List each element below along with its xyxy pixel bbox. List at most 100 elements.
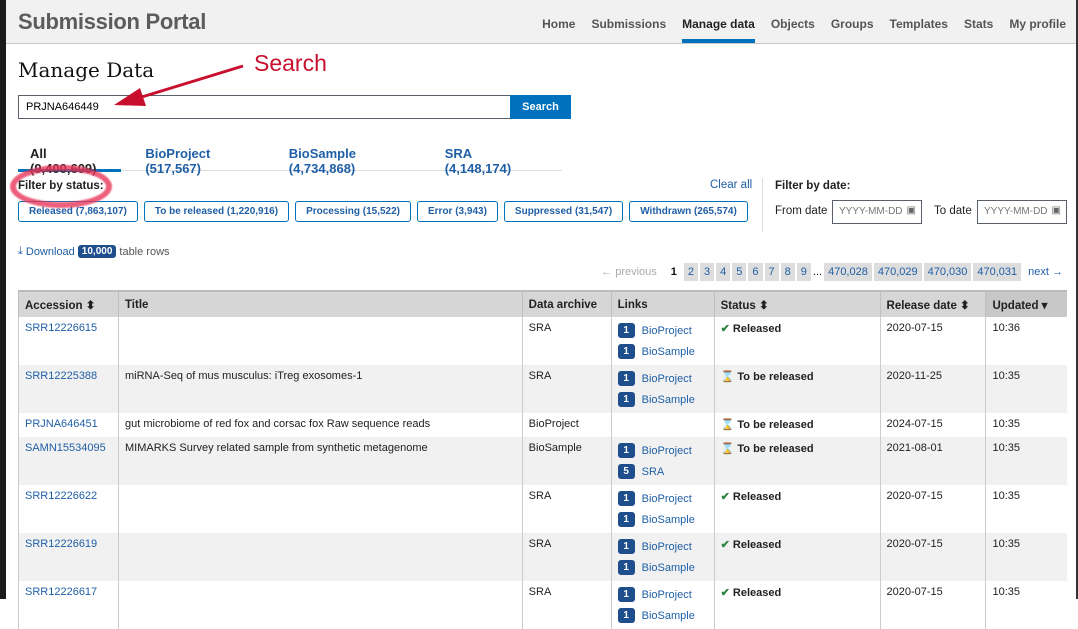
archive-cell: SRA: [521, 365, 612, 413]
nav-objects[interactable]: Objects: [771, 17, 815, 43]
link-bioproject[interactable]: BioProject: [642, 541, 692, 553]
link-count-badge: 5: [617, 464, 635, 479]
next-page[interactable]: next →: [1028, 266, 1063, 278]
from-date-placeholder: YYYY-MM-DD: [839, 206, 903, 217]
page-link[interactable]: 3: [700, 263, 715, 281]
page-link[interactable]: 7: [764, 263, 779, 281]
page-link[interactable]: 470,028: [824, 263, 872, 281]
accession-link[interactable]: PRJNA646451: [25, 418, 98, 430]
page-link[interactable]: 4: [716, 263, 731, 281]
nav-submissions[interactable]: Submissions: [591, 17, 666, 43]
status-cell: ✔ Released: [713, 317, 881, 365]
link-biosample[interactable]: BioSample: [642, 346, 695, 358]
archive-cell: BioProject: [521, 413, 612, 437]
link-bioproject[interactable]: BioProject: [642, 325, 692, 337]
clear-all-link[interactable]: Clear all: [710, 179, 752, 191]
from-date-input[interactable]: YYYY-MM-DD ▣: [832, 200, 922, 224]
table-row: SRR12226622 SRA 1 BioProject 1 BioSample ✔ Rel…: [18, 485, 1067, 533]
column-header-status[interactable]: Status ⬍: [713, 290, 881, 317]
main-nav: Home Submissions Manage data Objects Gro…: [526, 17, 1066, 43]
link-item[interactable]: 1 BioSample: [617, 389, 708, 410]
link-biosample[interactable]: BioSample: [642, 610, 695, 622]
download-rows[interactable]: ⤓ Download 10,000 table rows: [18, 245, 170, 258]
link-item[interactable]: 1 BioProject: [617, 584, 708, 605]
link-bioproject[interactable]: BioProject: [642, 373, 692, 385]
check-icon: ✔: [720, 587, 733, 599]
annotation-circle: [10, 165, 112, 208]
page-current: 1: [670, 266, 677, 278]
link-item[interactable]: 1 BioSample: [617, 557, 708, 578]
accession-link[interactable]: SRR12225388: [25, 370, 97, 382]
tab-biosample[interactable]: BioSample (4,734,868): [289, 146, 421, 176]
status-cell: ✔ Released: [713, 485, 881, 533]
download-label[interactable]: Download: [26, 246, 75, 258]
search-button[interactable]: Search: [510, 95, 571, 119]
table-row: SRR12226617 SRA 1 BioProject 1 BioSample ✔ Rel…: [18, 581, 1067, 629]
link-item[interactable]: 1 BioProject: [617, 536, 708, 557]
filter-to-be-released[interactable]: To be released (1,220,916): [143, 201, 290, 222]
nav-my-profile[interactable]: My profile: [1009, 17, 1066, 43]
nav-home[interactable]: Home: [542, 17, 575, 43]
links-cell: 1 BioProject 1 BioSample: [610, 485, 715, 533]
accession-link[interactable]: SAMN15534095: [25, 442, 106, 454]
page-link[interactable]: 470,031: [973, 263, 1022, 281]
page-link[interactable]: 9: [796, 263, 811, 281]
calendar-icon[interactable]: ▣: [1052, 205, 1061, 216]
status-text: Released: [732, 491, 782, 503]
hourglass-icon: ⌛: [720, 371, 738, 383]
link-item[interactable]: 5 SRA: [617, 461, 708, 482]
to-date-input[interactable]: YYYY-MM-DD ▣: [977, 200, 1067, 224]
link-item[interactable]: 1 BioProject: [617, 440, 708, 461]
accession-link[interactable]: SRR12226615: [25, 322, 97, 334]
link-biosample[interactable]: BioSample: [642, 562, 695, 574]
tab-sra[interactable]: SRA (4,148,174): [445, 146, 538, 176]
table-row: SRR12225388 miRNA-Seq of mus musculus: iT…: [18, 365, 1067, 413]
search-input[interactable]: [18, 95, 511, 119]
filter-error[interactable]: Error (3,943): [417, 201, 498, 222]
title-cell: [117, 485, 523, 533]
tab-bioproject[interactable]: BioProject (517,567): [145, 146, 264, 176]
calendar-icon[interactable]: ▣: [907, 205, 916, 216]
column-header-updated[interactable]: Updated ▾: [985, 290, 1067, 317]
accession-cell: SRR12226617: [18, 581, 119, 629]
link-item[interactable]: 1 BioProject: [617, 368, 708, 389]
nav-stats[interactable]: Stats: [964, 17, 993, 43]
link-item[interactable]: 1 BioSample: [617, 605, 708, 626]
status-cell: ⌛ To be released: [713, 365, 881, 413]
link-bioproject[interactable]: BioProject: [642, 493, 692, 505]
updated-cell: 10:35: [985, 533, 1067, 581]
link-item[interactable]: 1 BioSample: [617, 509, 708, 530]
link-item[interactable]: 1 BioProject: [617, 488, 708, 509]
page-link[interactable]: 470,030: [923, 263, 972, 281]
title-cell: [117, 317, 523, 365]
title-cell: miRNA-Seq of mus musculus: iTreg exosome…: [117, 365, 523, 413]
filter-suppressed[interactable]: Suppressed (31,547): [503, 201, 624, 222]
link-item[interactable]: 1 BioSample: [617, 341, 708, 362]
page-link[interactable]: 2: [683, 263, 699, 281]
filter-processing[interactable]: Processing (15,522): [295, 201, 411, 222]
nav-groups[interactable]: Groups: [831, 17, 874, 43]
page-link[interactable]: 6: [748, 263, 763, 281]
nav-manage-data[interactable]: Manage data: [682, 17, 755, 43]
nav-templates[interactable]: Templates: [890, 17, 948, 43]
archive-cell: SRA: [521, 317, 612, 365]
page-link[interactable]: 5: [732, 263, 747, 281]
page-link[interactable]: 470,029: [873, 263, 922, 281]
accession-link[interactable]: SRR12226619: [25, 538, 97, 550]
link-biosample[interactable]: BioSample: [642, 514, 695, 526]
release-date-cell: 2020-07-15: [879, 317, 986, 365]
archive-cell: SRA: [521, 485, 612, 533]
link-item[interactable]: 1 BioProject: [617, 320, 708, 341]
link-biosample[interactable]: BioSample: [642, 394, 695, 406]
column-header-accession[interactable]: Accession ⬍: [18, 290, 119, 317]
accession-link[interactable]: SRR12226622: [25, 490, 97, 502]
brand-title[interactable]: Submission Portal: [18, 9, 206, 35]
page-link[interactable]: 8: [780, 263, 795, 281]
links-cell: 1 BioProject 1 BioSample: [610, 581, 715, 629]
column-header-release-date[interactable]: Release date ⬍: [879, 290, 986, 317]
filter-withdrawn[interactable]: Withdrawn (265,574): [629, 201, 748, 222]
accession-link[interactable]: SRR12226617: [25, 586, 97, 598]
link-count-badge: 1: [617, 608, 635, 623]
link-sra[interactable]: SRA: [642, 466, 665, 478]
link-bioproject[interactable]: BioProject: [642, 445, 692, 457]
